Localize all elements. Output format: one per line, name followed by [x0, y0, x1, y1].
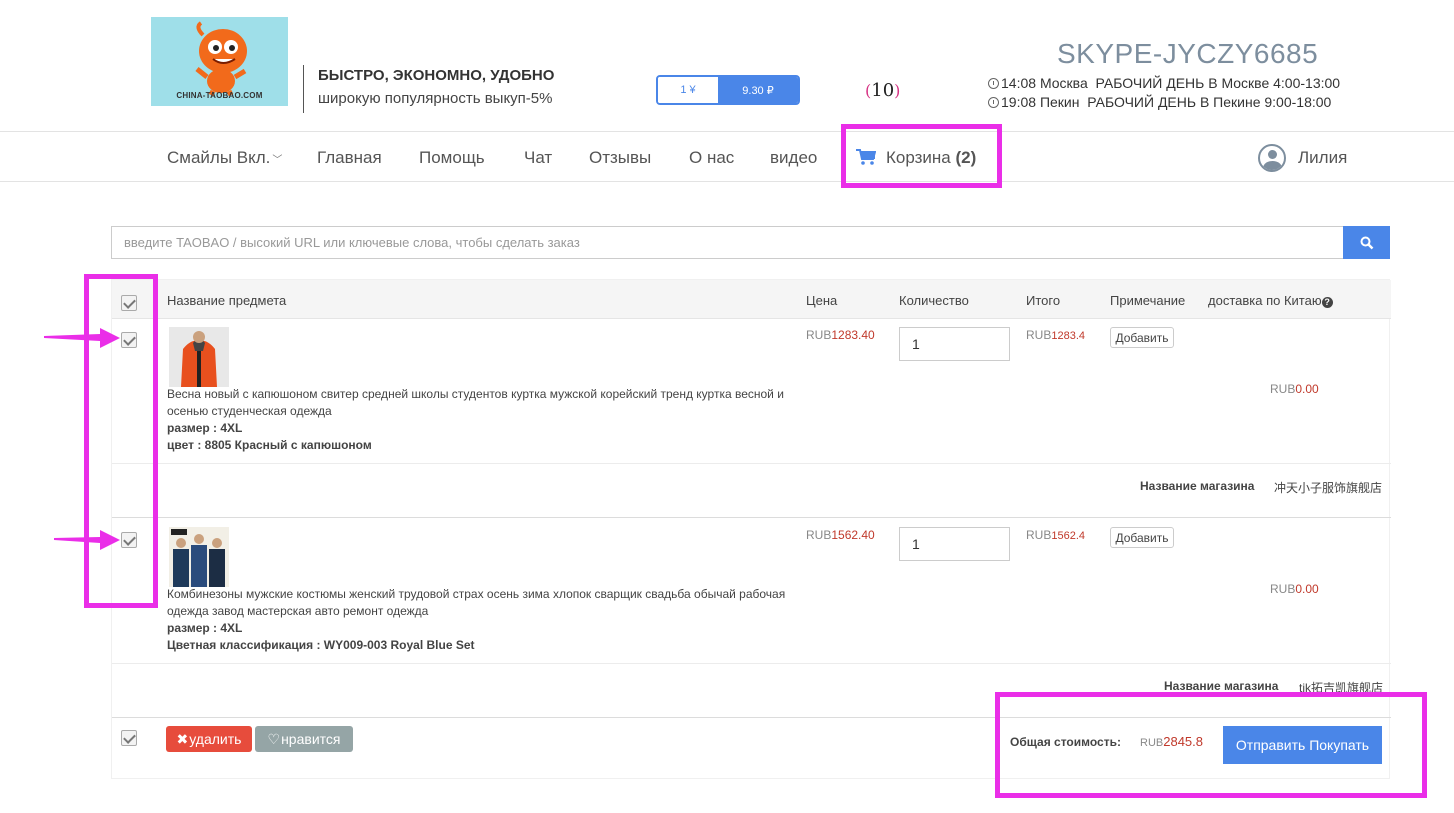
- avatar-icon: [1258, 144, 1286, 172]
- store-name[interactable]: 冲天小子服饰旗舰店: [1274, 479, 1382, 496]
- search-button[interactable]: [1343, 226, 1390, 259]
- header-item-name: Название предмета: [167, 293, 287, 308]
- counter-value: 10: [871, 80, 895, 101]
- like-button[interactable]: ♡ нравится: [255, 726, 353, 752]
- product-color: Цветная классификация : WY009-003 Royal …: [167, 638, 475, 652]
- tagline: широкую популярность выкуп-5%: [318, 90, 553, 107]
- header-divider: [303, 65, 304, 113]
- item-total: RUB1562.4: [1026, 528, 1085, 542]
- help-icon[interactable]: ?: [1321, 297, 1333, 308]
- item-price: RUB1562.40: [806, 528, 875, 542]
- nav-item-about[interactable]: О нас: [689, 148, 734, 168]
- product-color: цвет : 8805 Красный с капюшоном: [167, 438, 372, 452]
- main-nav: Смайлы Вкл. ﹀ Главная Помощь Чат Отзывы О…: [0, 131, 1454, 182]
- rate-ruble: 9.30 ₽: [718, 77, 798, 103]
- table-header: Название предмета Цена Количество Итого …: [112, 280, 1391, 319]
- search-icon: [1360, 236, 1373, 249]
- highlight-total: [995, 692, 1427, 798]
- store-label: Название магазина: [1164, 679, 1279, 693]
- site-logo[interactable]: CHINA-TAOBAO.COM: [151, 17, 288, 106]
- nav-item-chat[interactable]: Чат: [524, 148, 552, 168]
- quantity-input[interactable]: 1: [899, 527, 1010, 561]
- shipping-cost: RUB0.00: [1270, 582, 1319, 596]
- chevron-down-icon: ﹀: [272, 155, 283, 166]
- store-label: Название магазина: [1140, 479, 1255, 493]
- exchange-rate-widget: 1 ¥ 9.30 ₽: [656, 75, 800, 105]
- header-price: Цена: [806, 293, 838, 308]
- user-menu[interactable]: Лилия: [1258, 143, 1347, 173]
- product-image[interactable]: [169, 527, 229, 587]
- delete-button[interactable]: ✖ удалить: [166, 726, 252, 752]
- header-shipping: доставка по Китаю?: [1208, 293, 1333, 308]
- nav-item-video[interactable]: видео: [770, 148, 817, 168]
- highlight-checkboxes: [84, 274, 158, 608]
- close-icon: ✖: [176, 730, 189, 747]
- nav-item-help[interactable]: Помощь: [419, 148, 485, 168]
- shipping-cost: RUB0.00: [1270, 382, 1319, 396]
- arrow-icon: [54, 530, 120, 550]
- product-size: размер : 4XL: [167, 421, 243, 435]
- notification-counter[interactable]: (10): [865, 80, 900, 101]
- nav-item-smileys[interactable]: Смайлы Вкл. ﹀: [167, 148, 282, 168]
- table-row: Комбинезоны мужские костюмы женский труд…: [112, 519, 1391, 663]
- skype-contact: SKYPE-JYCZY6685: [1057, 38, 1319, 69]
- user-name: Лилия: [1298, 148, 1348, 167]
- header-total: Итого: [1026, 293, 1061, 308]
- logo-text: CHINA-TAOBAO.COM: [176, 91, 263, 100]
- store-row: Название магазина 冲天小子服饰旗舰店: [112, 463, 1391, 518]
- select-all-footer-checkbox[interactable]: [121, 730, 137, 746]
- rate-yuan: 1 ¥: [658, 77, 718, 103]
- product-description[interactable]: Весна новый с капюшоном свитер средней ш…: [167, 386, 807, 420]
- table-row: Весна новый с капюшоном свитер средней ш…: [112, 319, 1391, 463]
- header-quantity: Количество: [899, 293, 969, 308]
- product-description[interactable]: Комбинезоны мужские костюмы женский труд…: [167, 586, 807, 620]
- arrow-icon: [44, 328, 120, 348]
- clock-icon: [988, 97, 999, 108]
- nav-item-home[interactable]: Главная: [317, 148, 382, 168]
- add-note-button[interactable]: Добавить: [1110, 527, 1174, 548]
- page: CHINA-TAOBAO.COM БЫСТРО, ЭКОНОМНО, УДОБН…: [0, 0, 1454, 813]
- search-input[interactable]: введите TAOBAO / высокий URL или ключевы…: [111, 226, 1343, 259]
- highlight-cart: [841, 124, 1002, 188]
- nav-item-reviews[interactable]: Отзывы: [589, 148, 651, 168]
- item-price: RUB1283.40: [806, 328, 875, 342]
- time-beijing: 19:08 Пекин РАБОЧИЙ ДЕНЬ В Пекине 9:00-1…: [988, 94, 1331, 110]
- product-size: размер : 4XL: [167, 621, 243, 635]
- product-image[interactable]: [169, 327, 229, 387]
- time-moscow: 14:08 Москва РАБОЧИЙ ДЕНЬ В Москве 4:00-…: [988, 75, 1340, 91]
- clock-icon: [988, 78, 999, 89]
- heart-icon: ♡: [267, 730, 281, 747]
- tagline-bold: БЫСТРО, ЭКОНОМНО, УДОБНО: [318, 67, 555, 84]
- item-total: RUB1283.4: [1026, 328, 1085, 342]
- add-note-button[interactable]: Добавить: [1110, 327, 1174, 348]
- header-note: Примечание: [1110, 293, 1186, 308]
- quantity-input[interactable]: 1: [899, 327, 1010, 361]
